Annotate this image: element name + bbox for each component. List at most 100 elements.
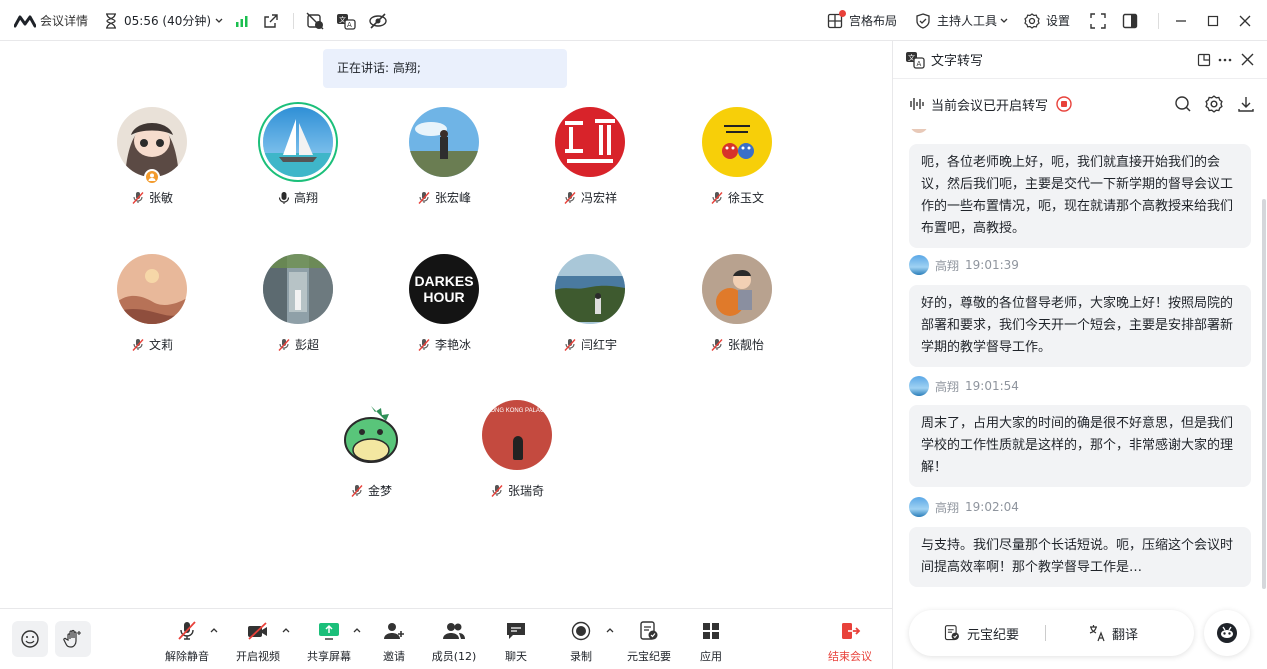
yuanbao-summary-button[interactable]: 元宝纪要	[621, 621, 677, 664]
more-icon[interactable]	[1218, 53, 1232, 67]
speaking-indicator: 正在讲话: 高翔;	[323, 49, 567, 88]
share-screen-button[interactable]: 共享屏幕	[301, 621, 357, 664]
signal-strength-icon[interactable]	[235, 14, 249, 28]
maximize-icon[interactable]	[1207, 15, 1219, 27]
no-caption-icon[interactable]	[306, 12, 324, 30]
assistant-icon	[1216, 622, 1238, 644]
mic-muted-icon	[710, 191, 724, 205]
meeting-timer[interactable]: 05:56 (40分钟)	[124, 12, 211, 29]
fullscreen-icon[interactable]	[1090, 12, 1106, 29]
stop-record-icon[interactable]	[1056, 96, 1072, 112]
partial-avatar	[910, 129, 928, 133]
avatar-sign-text: GONG KONG PALACE	[485, 408, 549, 414]
invite-button[interactable]: 邀请	[366, 621, 422, 664]
invite-label: 邀请	[383, 650, 405, 663]
mic-muted-icon	[176, 621, 198, 641]
hourglass-icon	[104, 12, 118, 29]
avatar-image	[409, 107, 479, 177]
participant-name: 张敏	[148, 191, 173, 205]
mic-muted-icon	[490, 484, 504, 498]
participant-name-row: 张瑞奇	[452, 482, 582, 499]
layout-button[interactable]: 宫格布局	[849, 12, 897, 29]
raise-hand-button[interactable]	[55, 621, 91, 657]
chevron-down-icon[interactable]	[1000, 18, 1008, 24]
scrollbar[interactable]	[1262, 199, 1266, 589]
participant-tile[interactable]: 闫红宇	[525, 254, 655, 353]
participant-name-row: 张敏	[87, 189, 217, 206]
participant-name-row: 彭超	[233, 336, 363, 353]
participant-tile[interactable]: 张敏	[87, 107, 217, 206]
record-button[interactable]: 录制	[553, 621, 609, 664]
participant-tile[interactable]: DARKES HOUR 李艳冰	[379, 254, 509, 353]
participant-tile[interactable]: 冯宏祥	[525, 107, 655, 206]
reaction-button[interactable]	[12, 621, 48, 657]
transcript-action-bar: 元宝纪要 翻译	[909, 610, 1194, 656]
participant-tile[interactable]: 徐玉文	[672, 107, 802, 206]
unmute-button[interactable]: 解除静音	[159, 621, 215, 664]
participant-avatar	[409, 107, 479, 177]
grid-layout-icon[interactable]	[827, 9, 846, 29]
members-button[interactable]: 成员(12)	[426, 621, 482, 664]
mic-muted-icon	[563, 191, 577, 205]
chevron-down-icon[interactable]	[215, 18, 223, 24]
avatar-image	[702, 254, 772, 324]
avatar-image	[555, 254, 625, 324]
transcript-bubble: 好的，尊敬的各位督导老师，大家晚上好！按照局院的部署和要求，我们今天开一个短会，…	[909, 285, 1251, 367]
transcript-meta: 高翔 19:01:54	[909, 375, 1019, 397]
mic-muted-icon	[350, 484, 364, 498]
yuanbao-summary-button[interactable]: 元宝纪要	[967, 624, 1019, 643]
mic-muted-icon	[563, 338, 577, 352]
hide-icon[interactable]	[368, 12, 388, 29]
host-tools-button[interactable]: 主持人工具	[937, 12, 997, 29]
chat-button[interactable]: 聊天	[488, 621, 544, 664]
chevron-up-icon[interactable]	[606, 627, 614, 633]
download-icon[interactable]	[1237, 95, 1255, 113]
end-meeting-button[interactable]: 结束会议	[822, 621, 878, 664]
participant-tile[interactable]: 文莉	[87, 254, 217, 353]
participant-avatar	[702, 254, 772, 324]
search-icon[interactable]	[1174, 95, 1192, 113]
popout-panel-icon[interactable]	[1197, 53, 1211, 67]
participant-name: 彭超	[294, 338, 319, 352]
chat-icon	[505, 621, 527, 641]
participant-tile[interactable]: 高翔	[233, 107, 363, 206]
participant-tile[interactable]: 金梦	[306, 400, 436, 499]
translate-button[interactable]: 翻译	[1112, 624, 1138, 643]
participant-name: 张瑞奇	[507, 484, 544, 498]
yuanbao-summary-label: 元宝纪要	[627, 650, 671, 663]
notification-dot	[838, 9, 846, 17]
avatar-image	[117, 254, 187, 324]
close-icon[interactable]	[1239, 15, 1251, 27]
video-gallery: 正在讲话: 高翔; 张敏 高翔 张宏峰 冯宏祥 徐玉文文莉 彭超 DARKES HOUR 李艳…	[0, 41, 892, 608]
svg-text:A: A	[347, 21, 352, 29]
participant-tile[interactable]: 张靓怡	[672, 254, 802, 353]
start-video-button[interactable]: 开启视频	[230, 621, 286, 664]
avatar-image: DARKES HOUR	[409, 254, 479, 324]
avatar-image	[263, 254, 333, 324]
avatar-image	[336, 400, 406, 470]
chevron-up-icon[interactable]	[210, 627, 218, 633]
participant-tile[interactable]: GONG KONG PALACE 张瑞奇	[452, 400, 582, 499]
participant-tile[interactable]: 张宏峰	[379, 107, 509, 206]
close-icon[interactable]	[1241, 53, 1254, 66]
members-label: 成员(12)	[431, 650, 477, 663]
chevron-up-icon[interactable]	[282, 627, 290, 633]
hand-icon	[63, 629, 83, 649]
chevron-up-icon[interactable]	[353, 627, 361, 633]
tencent-meeting-logo-icon	[14, 14, 36, 28]
speaker-transcript-icon[interactable]: 文A	[336, 12, 356, 30]
minimize-icon[interactable]	[1175, 15, 1187, 27]
settings-button[interactable]: 设置	[1046, 12, 1070, 29]
gear-icon[interactable]	[1205, 95, 1223, 113]
participant-avatar	[702, 107, 772, 177]
participant-name: 高翔	[293, 191, 318, 205]
meeting-info-link[interactable]: 会议详情	[40, 12, 88, 29]
speaker-time: 19:01:39	[965, 258, 1019, 272]
apps-button[interactable]: 应用	[683, 621, 739, 664]
popout-icon[interactable]	[263, 13, 279, 29]
sidebar-toggle-icon[interactable]	[1122, 13, 1138, 29]
assistant-button[interactable]	[1204, 610, 1250, 656]
participant-name: 张宏峰	[434, 191, 471, 205]
smiley-icon	[20, 629, 40, 649]
participant-tile[interactable]: 彭超	[233, 254, 363, 353]
